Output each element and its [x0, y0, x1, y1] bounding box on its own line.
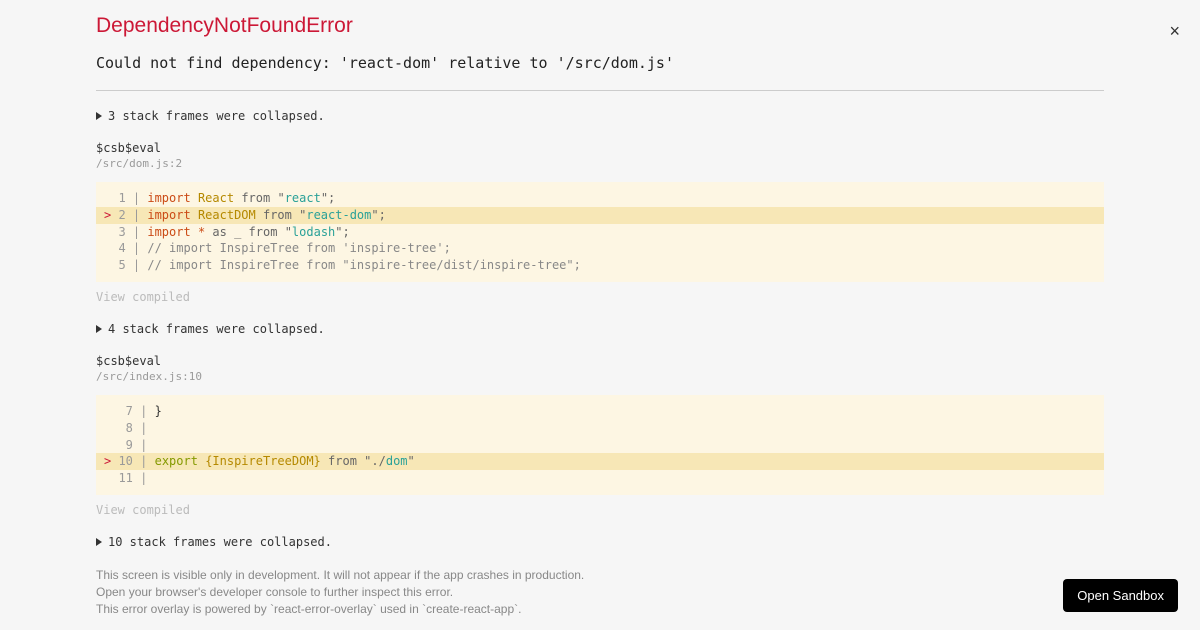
error-message: Could not find dependency: 'react-dom' r… — [96, 54, 1104, 72]
code-line: 5 | // import InspireTree from "inspire-… — [96, 257, 1104, 274]
separator — [96, 90, 1104, 91]
code-line: 9 | — [96, 437, 1104, 454]
collapse-label: 10 stack frames were collapsed. — [108, 535, 332, 549]
code-line: 3 | import * as _ from "lodash"; — [96, 224, 1104, 241]
code-block: 7 | } 8 | 9 | > 10 | export {InspireTree… — [96, 395, 1104, 495]
frame-location: /src/index.js:10 — [96, 370, 1104, 383]
view-compiled-link[interactable]: View compiled — [96, 503, 1104, 517]
code-block: 1 | import React from "react";> 2 | impo… — [96, 182, 1104, 282]
collapse-label: 3 stack frames were collapsed. — [108, 109, 325, 123]
view-compiled-link[interactable]: View compiled — [96, 290, 1104, 304]
frame-function: $csb$eval — [96, 141, 1104, 155]
code-line: > 2 | import ReactDOM from "react-dom"; — [96, 207, 1104, 224]
code-line: 8 | — [96, 420, 1104, 437]
collapse-toggle[interactable]: 10 stack frames were collapsed. — [96, 535, 1104, 549]
frame-function: $csb$eval — [96, 354, 1104, 368]
footer-note: This screen is visible only in developme… — [96, 567, 1104, 617]
code-line: 1 | import React from "react"; — [96, 190, 1104, 207]
collapse-label: 4 stack frames were collapsed. — [108, 322, 325, 336]
code-line: > 10 | export {InspireTreeDOM} from "./d… — [96, 453, 1104, 470]
collapse-toggle[interactable]: 4 stack frames were collapsed. — [96, 322, 1104, 336]
error-title: DependencyNotFoundError — [96, 14, 353, 38]
close-button[interactable]: × — [1165, 18, 1184, 44]
footer-line: This screen is visible only in developme… — [96, 567, 1104, 584]
code-line: 11 | — [96, 470, 1104, 487]
frame-location: /src/dom.js:2 — [96, 157, 1104, 170]
code-line: 4 | // import InspireTree from 'inspire-… — [96, 240, 1104, 257]
collapse-toggle[interactable]: 3 stack frames were collapsed. — [96, 109, 1104, 123]
code-line: 7 | } — [96, 403, 1104, 420]
open-sandbox-button[interactable]: Open Sandbox — [1063, 579, 1178, 612]
chevron-right-icon — [96, 112, 102, 120]
footer-line: This error overlay is powered by `react-… — [96, 601, 1104, 618]
chevron-right-icon — [96, 325, 102, 333]
chevron-right-icon — [96, 538, 102, 546]
footer-line: Open your browser's developer console to… — [96, 584, 1104, 601]
